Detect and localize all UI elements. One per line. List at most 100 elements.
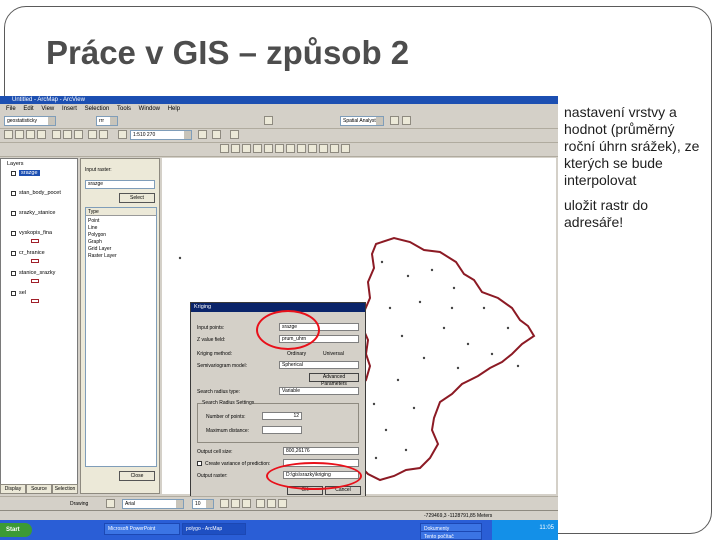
layer-checkbox[interactable] — [11, 291, 16, 296]
menu-view[interactable]: View — [41, 106, 54, 112]
task-arcmap[interactable]: polygo - ArcMap — [182, 523, 246, 535]
fill-color-icon[interactable] — [267, 499, 276, 508]
editor-icon[interactable] — [198, 130, 207, 139]
layer-checkbox[interactable] — [11, 251, 16, 256]
menu-file[interactable]: File — [6, 106, 16, 112]
pan-icon[interactable] — [253, 144, 262, 153]
menu-selection[interactable]: Selection — [85, 106, 110, 112]
list-item[interactable]: Raster Layer — [88, 253, 117, 259]
tab-source[interactable]: Source — [26, 484, 52, 494]
undo-icon[interactable] — [88, 130, 97, 139]
start-button[interactable]: Start — [0, 523, 32, 537]
line-color-icon[interactable] — [278, 499, 287, 508]
npoints-label: Number of points: — [206, 414, 246, 420]
cellsize-label: Output cell size: — [197, 449, 233, 455]
layer-checkbox[interactable] — [11, 271, 16, 276]
identify-icon[interactable] — [308, 144, 317, 153]
spatial-analyst-combo[interactable]: Spatial Analyst — [340, 116, 384, 126]
side-panel-select-button[interactable]: Select — [119, 193, 155, 203]
zoom-out-icon[interactable] — [231, 144, 240, 153]
station-point — [422, 356, 426, 360]
save-icon[interactable] — [26, 130, 35, 139]
advanced-parameters-button[interactable]: Advanced Parameters — [309, 373, 359, 387]
layer-vyskopis[interactable]: vyskopis_fina — [19, 230, 52, 236]
open-folder-icon[interactable] — [15, 130, 24, 139]
station-point — [450, 306, 454, 310]
menu-window[interactable]: Window — [139, 106, 160, 112]
layer-checkbox[interactable] — [11, 191, 16, 196]
search-radius-select[interactable]: Variable — [279, 387, 359, 395]
layer-sel[interactable]: sel — [19, 290, 26, 296]
cut-icon[interactable] — [52, 130, 61, 139]
copy-icon[interactable] — [63, 130, 72, 139]
station-point — [456, 366, 460, 370]
zoom-in-icon[interactable] — [220, 144, 229, 153]
method-ordinary-radio[interactable]: Ordinary — [287, 351, 306, 357]
system-tray: 11:05 — [492, 520, 558, 540]
layer-checkbox[interactable] — [11, 231, 16, 236]
toolbar-button-icon[interactable] — [390, 116, 399, 125]
spatial-analyst-icon[interactable] — [264, 116, 273, 125]
back-icon[interactable] — [275, 144, 284, 153]
menu-edit[interactable]: Edit — [23, 106, 33, 112]
tab-display[interactable]: Display — [0, 484, 26, 494]
semivariogram-select[interactable]: Spherical — [279, 361, 359, 369]
station-point — [430, 268, 434, 272]
menu-insert[interactable]: Insert — [62, 106, 77, 112]
maxdist-field[interactable] — [262, 426, 302, 434]
find-icon[interactable] — [319, 144, 328, 153]
tab-selection[interactable]: Selection — [52, 484, 78, 494]
font-color-icon[interactable] — [256, 499, 265, 508]
font-combo[interactable]: Arial — [122, 499, 184, 509]
add-data-icon[interactable] — [118, 130, 127, 139]
list-item[interactable]: Graph — [88, 239, 102, 245]
measure-icon[interactable] — [330, 144, 339, 153]
layer-srazge[interactable]: srazge — [19, 170, 40, 176]
layer-stanice-srazky[interactable]: stanice_srazky — [19, 270, 55, 276]
list-item[interactable]: Line — [88, 225, 97, 231]
drawing-menu[interactable]: Drawing — [70, 501, 88, 507]
underline-icon[interactable] — [242, 499, 251, 508]
list-item[interactable]: Grid Layer — [88, 246, 111, 252]
task-powerpoint[interactable]: Microsoft PowerPoint — [104, 523, 180, 535]
layer-checkbox[interactable] — [11, 171, 16, 176]
hyperlink-icon[interactable] — [341, 144, 350, 153]
new-document-icon[interactable] — [4, 130, 13, 139]
toolbar-button-icon[interactable] — [402, 116, 411, 125]
help-icon[interactable] — [230, 130, 239, 139]
arctoolbox-icon[interactable] — [212, 130, 221, 139]
npoints-field[interactable]: 12 — [262, 412, 302, 420]
task-pocitac[interactable]: Tento počítač — [420, 531, 482, 540]
fixed-zoom-icon[interactable] — [242, 144, 251, 153]
cellsize-field[interactable]: 800,26176 — [283, 447, 359, 455]
side-panel-close-button[interactable]: Close — [119, 471, 155, 481]
bold-icon[interactable] — [220, 499, 229, 508]
select-icon[interactable] — [297, 144, 306, 153]
layer-stan-body[interactable]: stan_body_pocet — [19, 190, 61, 196]
layer-cr-hranice[interactable]: cr_hranice — [19, 250, 45, 256]
toolbar-georeferencing: geostatisticky rrr Spatial Analyst — [0, 114, 558, 129]
list-item[interactable]: Point — [88, 218, 99, 224]
menu-help[interactable]: Help — [168, 106, 180, 112]
select-elements-icon[interactable] — [106, 499, 115, 508]
list-item[interactable]: Polygon — [88, 232, 106, 238]
paste-icon[interactable] — [74, 130, 83, 139]
print-icon[interactable] — [37, 130, 46, 139]
menu-tools[interactable]: Tools — [117, 106, 131, 112]
map-scale-combo[interactable]: 1:510 270 — [130, 130, 192, 140]
layer-srazky-stanice[interactable]: srazky_stanice — [19, 210, 55, 216]
layer-combo[interactable]: rrr — [96, 116, 118, 126]
variance-checkbox[interactable] — [197, 461, 202, 466]
italic-icon[interactable] — [231, 499, 240, 508]
side-panel-list[interactable]: Type Point Line Polygon Graph Grid Layer… — [85, 207, 157, 467]
full-extent-icon[interactable] — [264, 144, 273, 153]
side-panel-select[interactable]: srazge — [85, 180, 155, 189]
method-universal-radio[interactable]: Universal — [323, 351, 344, 357]
window-titlebar[interactable]: Untitled - ArcMap - ArcView — [0, 96, 558, 104]
redo-icon[interactable] — [99, 130, 108, 139]
layers-root[interactable]: Layers — [7, 161, 24, 167]
georef-layer-combo[interactable]: geostatisticky — [4, 116, 56, 126]
font-size-combo[interactable]: 10 — [192, 499, 214, 509]
layer-checkbox[interactable] — [11, 211, 16, 216]
forward-icon[interactable] — [286, 144, 295, 153]
